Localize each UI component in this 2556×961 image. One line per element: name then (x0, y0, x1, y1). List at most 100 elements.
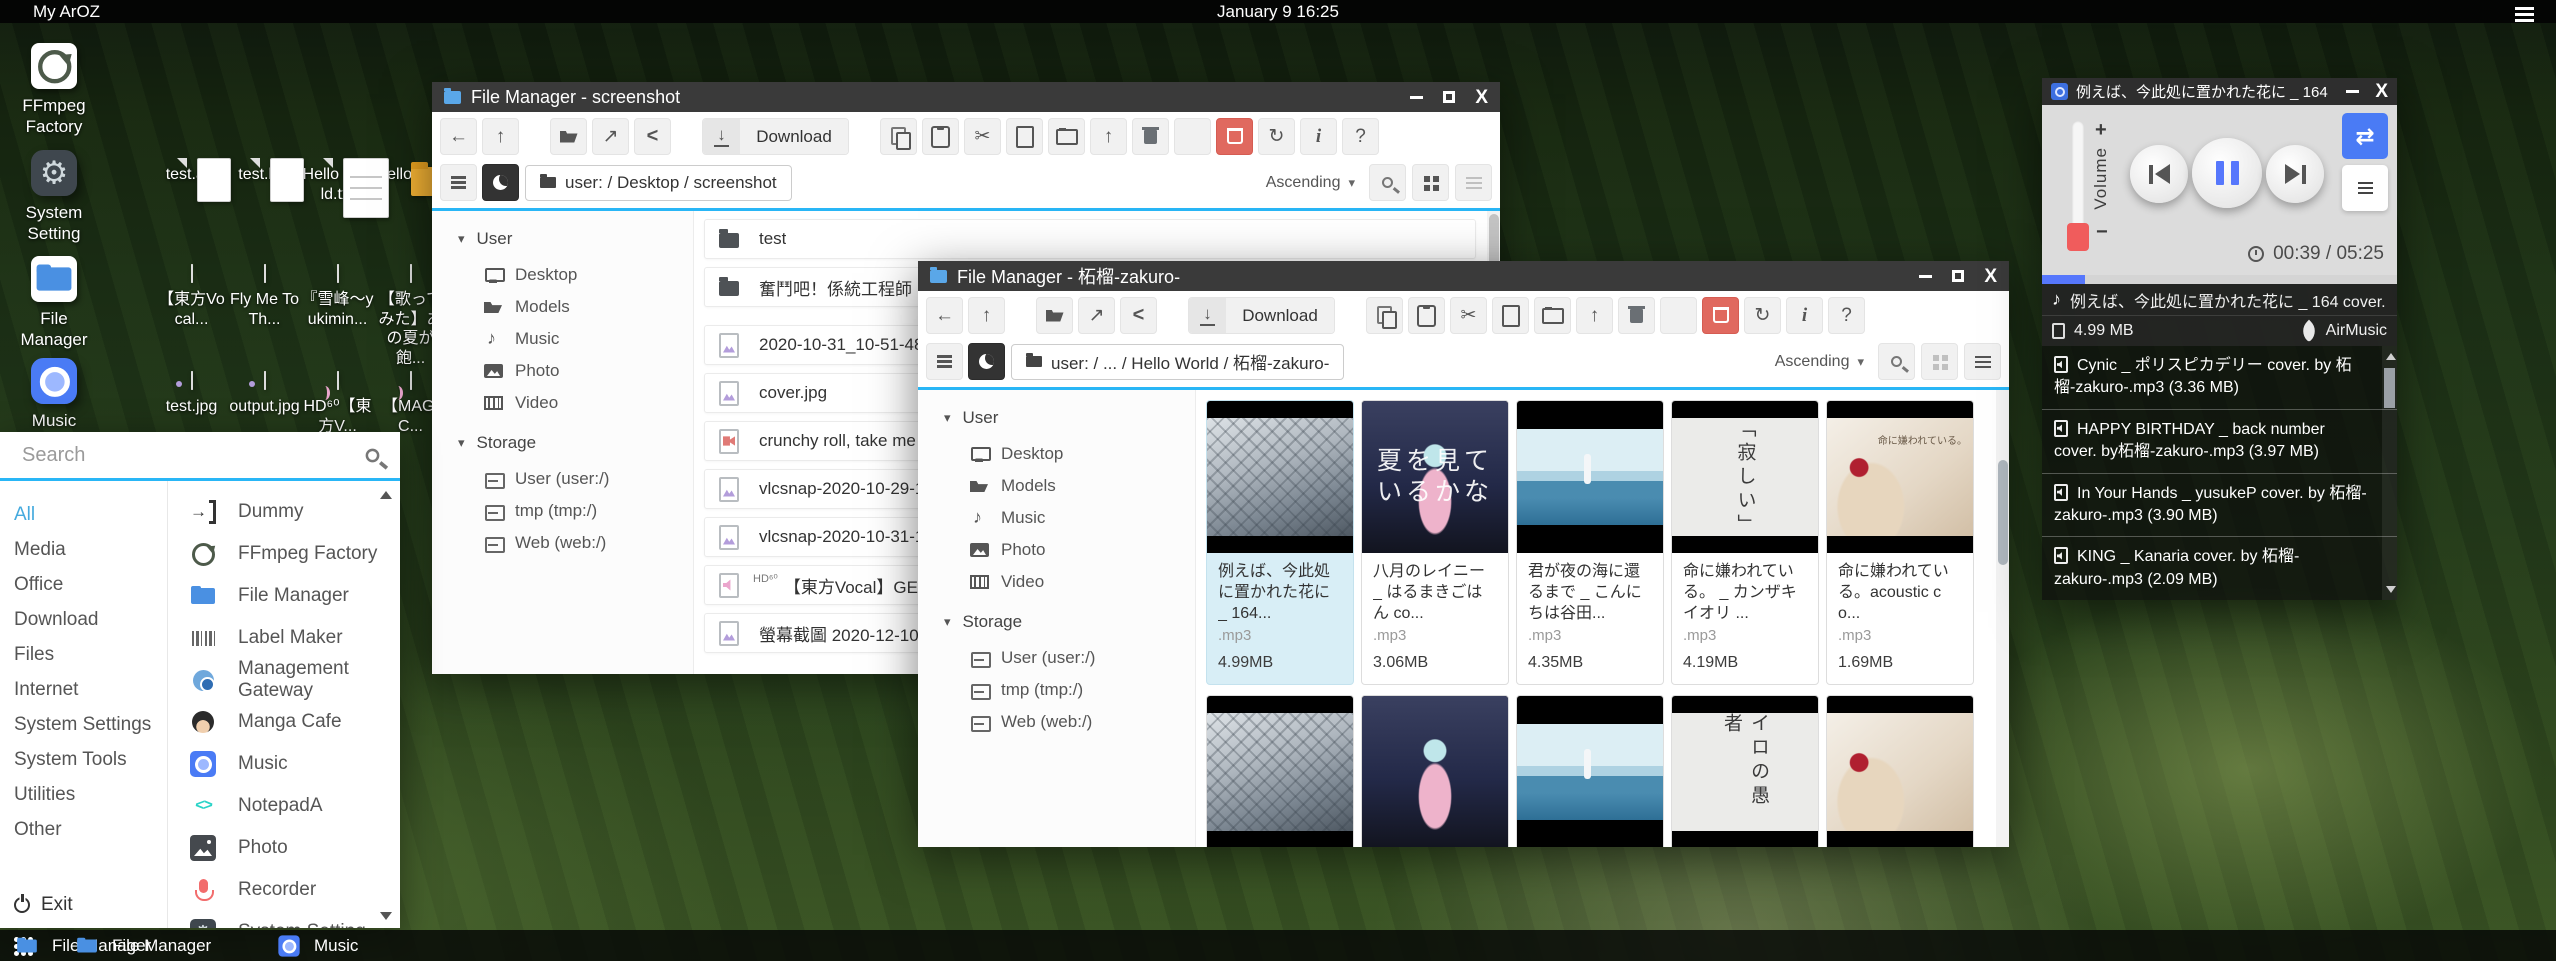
playlist-scrollbar[interactable] (2382, 346, 2397, 600)
app-list-item[interactable]: File Manager (190, 575, 382, 617)
volume-minus[interactable]: − (2096, 221, 2108, 244)
category-item[interactable]: Utilities (14, 777, 167, 812)
sidebar-item[interactable]: Music (944, 502, 1195, 534)
refresh-button[interactable]: ↻ (1258, 118, 1295, 155)
up-button[interactable]: ↑ (482, 118, 519, 155)
share-button[interactable] (1120, 297, 1157, 334)
help-button[interactable]: ? (1828, 297, 1865, 334)
sidebar-item[interactable]: Music (458, 323, 693, 355)
progress-bar[interactable] (2042, 275, 2397, 284)
title-bar[interactable]: File Manager - screenshot X (432, 82, 1500, 112)
rename-button[interactable] (1660, 297, 1697, 334)
sidebar-item[interactable]: Video (458, 387, 693, 419)
desktop-app-icon[interactable]: File Manager (6, 256, 102, 350)
cut-button[interactable]: ✂ (1450, 297, 1487, 334)
sidebar-toggle-button[interactable] (926, 343, 963, 380)
tree-section-storage[interactable]: Storage (458, 433, 693, 453)
desktop-app-icon[interactable]: System Setting (6, 150, 102, 244)
sort-dropdown[interactable]: Ascending (1266, 174, 1355, 192)
tree-section-user[interactable]: User (458, 229, 693, 249)
paste-button[interactable] (922, 118, 959, 155)
download-button[interactable]: ↓ Download (702, 118, 849, 155)
sidebar-item[interactable]: tmp (tmp:/) (458, 495, 693, 527)
repeat-button[interactable]: ⇄ (2342, 113, 2388, 159)
playlist-item[interactable]: In Your Hands _ yusukeP cover. by 柘榴-zak… (2042, 474, 2397, 538)
maximize-button[interactable] (1443, 91, 1455, 103)
info-button[interactable]: i (1300, 118, 1337, 155)
new-file-button[interactable] (1006, 118, 1043, 155)
title-bar[interactable]: 例えば、今此処に置かれた花に _ 164 c… X (2042, 78, 2397, 105)
category-item[interactable]: All (14, 497, 167, 532)
search-input[interactable] (22, 444, 367, 467)
minimize-button[interactable] (2346, 90, 2359, 93)
back-button[interactable]: ← (440, 118, 477, 155)
info-button[interactable]: i (1786, 297, 1823, 334)
grid-view-button[interactable] (1412, 164, 1449, 201)
desktop-file-icon[interactable]: test.bat (228, 158, 301, 265)
upload-button[interactable]: ↑ (1090, 118, 1127, 155)
sidebar-item[interactable]: Models (458, 291, 693, 323)
copy-button[interactable] (1366, 297, 1403, 334)
app-list-item[interactable]: Label Maker (190, 617, 382, 659)
back-button[interactable]: ← (926, 297, 963, 334)
desktop-file-icon[interactable]: Hello World.txt (301, 158, 374, 265)
file-card[interactable]: 壱 _ HarryP cover (1361, 695, 1509, 847)
sidebar-item[interactable]: Desktop (944, 438, 1195, 470)
open-button[interactable] (550, 118, 587, 155)
sidebar-item[interactable]: User (user:/) (458, 463, 693, 495)
minimize-button[interactable] (1410, 96, 1423, 99)
playlist-button[interactable] (2342, 165, 2388, 211)
scroll-down-icon[interactable] (380, 912, 392, 920)
volume-plus[interactable]: + (2095, 119, 2107, 142)
desktop-file-icon[interactable]: test.agi (155, 158, 228, 265)
close-button[interactable]: X (1475, 88, 1488, 107)
new-folder-button[interactable] (1534, 297, 1571, 334)
app-list-item[interactable]: Photo (190, 827, 382, 869)
sidebar-item[interactable]: Models (944, 470, 1195, 502)
pause-button[interactable] (2192, 138, 2262, 208)
desktop-file-icon[interactable]: 『雪峰～yukimin... (301, 265, 374, 372)
scroll-up-icon[interactable] (380, 491, 392, 499)
desktop-app-icon[interactable]: FFmpeg Factory (6, 43, 102, 137)
sidebar-toggle-button[interactable] (440, 164, 477, 201)
sort-dropdown[interactable]: Ascending (1775, 353, 1864, 371)
file-card[interactable]: 幽霊東京 _ Ayase (1826, 695, 1974, 847)
category-item[interactable]: System Settings (14, 707, 167, 742)
minimize-button[interactable] (1919, 275, 1932, 278)
app-list-item[interactable]: Recorder (190, 869, 382, 911)
dark-mode-button[interactable] (482, 164, 519, 201)
taskbar-entry[interactable]: Music (262, 930, 372, 961)
open-new-tab-button[interactable]: ↗ (1078, 297, 1115, 334)
refresh-button[interactable]: ↻ (1744, 297, 1781, 334)
paste-button[interactable] (1408, 297, 1445, 334)
file-card[interactable]: 命に嫌われている。 命に嫌われている。acoustic co... .mp3 1… (1826, 400, 1974, 685)
breadcrumb[interactable]: user: / Desktop / screenshot (525, 165, 792, 201)
title-bar[interactable]: File Manager - 柘榴-zakuro- X (918, 261, 2009, 291)
file-card[interactable]: 「寂しい」 命に嫌われている。 _ カンザキイオリ ... .mp3 4.19M… (1671, 400, 1819, 685)
aroz-brand[interactable]: My ArOZ (33, 2, 100, 22)
maximize-button[interactable] (1952, 270, 1964, 282)
sidebar-item[interactable]: Photo (944, 534, 1195, 566)
close-button[interactable]: X (2375, 82, 2388, 101)
file-card[interactable]: 夏を見て いるかな 八月のレイニー _ はるまきごはん co... .mp3 3… (1361, 400, 1509, 685)
open-button[interactable] (1036, 297, 1073, 334)
desktop-app-icon[interactable]: Music (6, 358, 102, 432)
search-button[interactable] (1878, 343, 1915, 380)
open-new-tab-button[interactable]: ↗ (592, 118, 629, 155)
sidebar-item[interactable]: Desktop (458, 259, 693, 291)
app-list-item[interactable]: Management Gateway (190, 659, 382, 701)
delete-button[interactable] (1702, 297, 1739, 334)
sidebar-item[interactable]: Photo (458, 355, 693, 387)
app-list-item[interactable]: System Setting (190, 911, 382, 928)
desktop-file-icon[interactable]: Fly Me To Th... (228, 265, 301, 372)
category-item[interactable]: Office (14, 567, 167, 602)
search-button[interactable] (1369, 164, 1406, 201)
category-item[interactable]: Download (14, 602, 167, 637)
file-card[interactable]: 四季折々に揺蕩い (1206, 695, 1354, 847)
file-card[interactable]: 夢と葉桜 _ 青木月 (1516, 695, 1664, 847)
playlist-item[interactable]: KING _ Kanaria cover. by 柘榴-zakuro-.mp3 … (2042, 537, 2397, 600)
previous-track-button[interactable] (2130, 145, 2188, 203)
sidebar-item[interactable]: Video (944, 566, 1195, 598)
next-track-button[interactable] (2266, 145, 2324, 203)
upload-button[interactable]: ↑ (1576, 297, 1613, 334)
